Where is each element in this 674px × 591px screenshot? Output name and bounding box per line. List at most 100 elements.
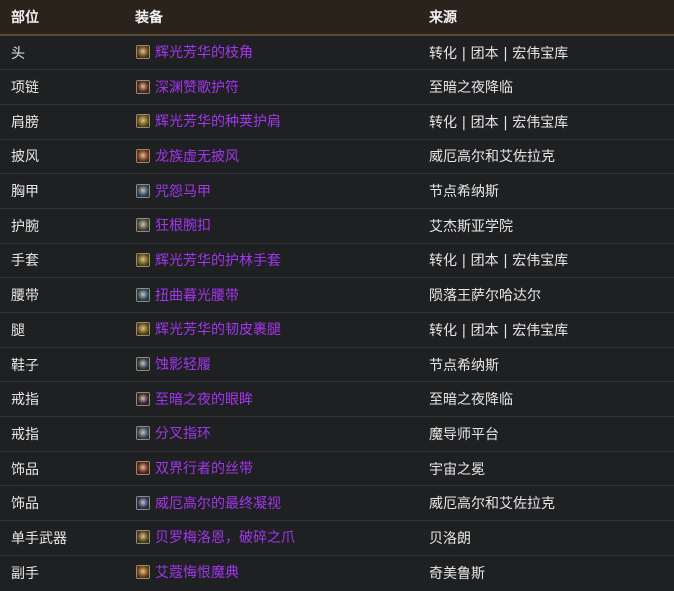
gear-table: 部位 装备 来源 头辉光芳华的枝角 转化 | 团本 | 宏伟宝库 项链 深渊赞歌护符至…	[0, 0, 674, 590]
item-link[interactable]: 辉光芳华的种荚护肩	[136, 111, 281, 131]
header-row: 部位 装备 来源	[0, 0, 674, 35]
source-cell: 至暗之夜降临	[429, 80, 513, 97]
table-row: 腿 辉光芳华的韧皮裹腿 转化 | 团本 | 宏伟宝库	[0, 313, 674, 348]
slot-cell: 单手武器	[11, 530, 67, 547]
header-source: 来源	[429, 10, 457, 26]
source-cell: 转化 | 团本 | 宏伟宝库	[429, 45, 569, 62]
item-cell: 分叉指环	[124, 417, 418, 452]
table-row: 腰带 扭曲暮光腰带 陨落王萨尔哈达尔	[0, 278, 674, 313]
table-body: 头辉光芳华的枝角 转化 | 团本 | 宏伟宝库 项链 深渊赞歌护符 至暗之夜降临 肩膀 辉光…	[0, 35, 674, 590]
item-cell: 辉光芳华的护林手套	[124, 243, 418, 278]
item-cell: 辉光芳华的枝角	[124, 35, 418, 70]
table-row: 饰品 双界行者的丝带 宇宙之冕	[0, 451, 674, 486]
table-row: 披风 龙族虚无披风 威厄高尔和艾佐拉克	[0, 139, 674, 174]
item-link[interactable]: 辉光芳华的护林手套	[136, 250, 281, 270]
slot-cell: 戒指	[11, 392, 39, 409]
slot-cell: 戒指	[11, 426, 39, 443]
slot-cell: 项链	[11, 80, 39, 97]
item-cell: 扭曲暮光腰带	[124, 278, 418, 313]
item-link[interactable]: 咒怨马甲	[136, 181, 211, 201]
table-row: 副手 艾蔻悔恨魔典 奇美鲁斯	[0, 555, 674, 590]
ring-icon	[136, 391, 150, 406]
source-cell: 奇美鲁斯	[429, 565, 485, 582]
table-row: 戒指 分叉指环 魔导师平台	[0, 417, 674, 452]
item-cell: 咒怨马甲	[124, 174, 418, 209]
slot-cell: 饰品	[11, 461, 39, 478]
source-cell: 转化 | 团本 | 宏伟宝库	[429, 253, 569, 270]
item-name: 双界行者的丝带	[155, 461, 253, 478]
slot-cell: 鞋子	[11, 357, 39, 374]
item-cell: 深渊赞歌护符	[124, 70, 418, 105]
source-cell: 转化 | 团本 | 宏伟宝库	[429, 114, 569, 131]
item-name: 辉光芳华的种荚护肩	[155, 114, 281, 131]
item-name: 分叉指环	[155, 426, 211, 443]
slot-cell: 护腕	[11, 218, 39, 235]
boots-icon	[136, 357, 150, 372]
tome-icon	[136, 565, 150, 580]
item-link[interactable]: 狂根腕扣	[136, 215, 211, 235]
item-name: 贝罗梅洛恩，破碎之爪	[155, 530, 295, 547]
item-link[interactable]: 龙族虚无披风	[136, 146, 239, 166]
item-name: 辉光芳华的枝角	[155, 45, 253, 62]
belt-icon	[136, 287, 150, 302]
source-cell: 转化 | 团本 | 宏伟宝库	[429, 322, 569, 339]
item-link[interactable]: 辉光芳华的枝角	[136, 42, 253, 62]
slot-cell: 头	[11, 45, 25, 62]
source-cell: 节点希纳斯	[429, 184, 499, 201]
table-row: 戒指 至暗之夜的眼眸 至暗之夜降临	[0, 382, 674, 417]
slot-cell: 腿	[11, 322, 25, 339]
item-name: 扭曲暮光腰带	[155, 287, 239, 304]
item-cell: 辉光芳华的韧皮裹腿	[124, 313, 418, 348]
item-name: 深渊赞歌护符	[155, 79, 239, 96]
item-name: 艾蔻悔恨魔典	[155, 565, 239, 582]
slot-cell: 手套	[11, 253, 39, 270]
item-link[interactable]: 艾蔻悔恨魔典	[136, 562, 239, 582]
source-cell: 艾杰斯亚学院	[429, 218, 513, 235]
item-cell: 蚀影轻履	[124, 347, 418, 382]
item-link[interactable]: 双界行者的丝带	[136, 458, 253, 478]
header-slot: 部位	[11, 10, 39, 26]
gear-table-container: 部位 装备 来源 头辉光芳华的枝角 转化 | 团本 | 宏伟宝库 项链 深渊赞歌护符至…	[0, 0, 674, 591]
source-cell: 魔导师平台	[429, 426, 499, 443]
claw-weapon-icon	[136, 530, 150, 545]
horned-helm-icon	[136, 45, 150, 60]
table-row: 头 辉光芳华的枝角 转化 | 团本 | 宏伟宝库	[0, 35, 674, 70]
item-link[interactable]: 至暗之夜的眼眸	[136, 389, 253, 409]
item-name: 狂根腕扣	[155, 218, 211, 235]
item-link[interactable]: 深渊赞歌护符	[136, 77, 239, 97]
item-name: 威厄高尔的最终凝视	[155, 495, 281, 512]
source-cell: 威厄高尔和艾佐拉克	[429, 496, 555, 513]
header-item: 装备	[135, 10, 163, 26]
item-link[interactable]: 威厄高尔的最终凝视	[136, 493, 281, 513]
slot-cell: 胸甲	[11, 184, 39, 201]
item-cell: 狂根腕扣	[124, 208, 418, 243]
bracer-icon	[136, 218, 150, 233]
table-row: 护腕 狂根腕扣 艾杰斯亚学院	[0, 208, 674, 244]
item-name: 龙族虚无披风	[155, 148, 239, 165]
item-cell: 艾蔻悔恨魔典	[124, 555, 418, 590]
item-link[interactable]: 扭曲暮光腰带	[136, 285, 239, 305]
item-link[interactable]: 蚀影轻履	[136, 354, 211, 374]
item-link[interactable]: 辉光芳华的韧皮裹腿	[136, 319, 281, 339]
item-cell: 威厄高尔的最终凝视	[124, 486, 418, 521]
cloak-icon	[136, 148, 150, 163]
item-name: 至暗之夜的眼眸	[155, 391, 253, 408]
ribbon-icon	[136, 461, 150, 476]
slot-cell: 肩膀	[11, 114, 39, 131]
item-cell: 龙族虚无披风	[124, 139, 418, 174]
slot-cell: 披风	[11, 149, 39, 166]
item-link[interactable]: 贝罗梅洛恩，破碎之爪	[136, 527, 295, 547]
item-cell: 辉光芳华的种荚护肩	[124, 104, 418, 139]
source-cell: 威厄高尔和艾佐拉克	[429, 149, 555, 166]
table-row: 手套 辉光芳华的护林手套 转化 | 团本 | 宏伟宝库	[0, 243, 674, 278]
item-link[interactable]: 分叉指环	[136, 423, 211, 443]
item-cell: 至暗之夜的眼眸	[124, 382, 418, 417]
shoulder-icon	[136, 114, 150, 129]
ring-icon	[136, 426, 150, 441]
item-name: 咒怨马甲	[155, 183, 211, 200]
slot-cell: 副手	[11, 565, 39, 582]
source-cell: 贝洛朗	[429, 530, 471, 547]
leggings-icon	[136, 322, 150, 337]
amulet-icon	[136, 79, 150, 94]
table-row: 鞋子 蚀影轻履 节点希纳斯	[0, 347, 674, 382]
